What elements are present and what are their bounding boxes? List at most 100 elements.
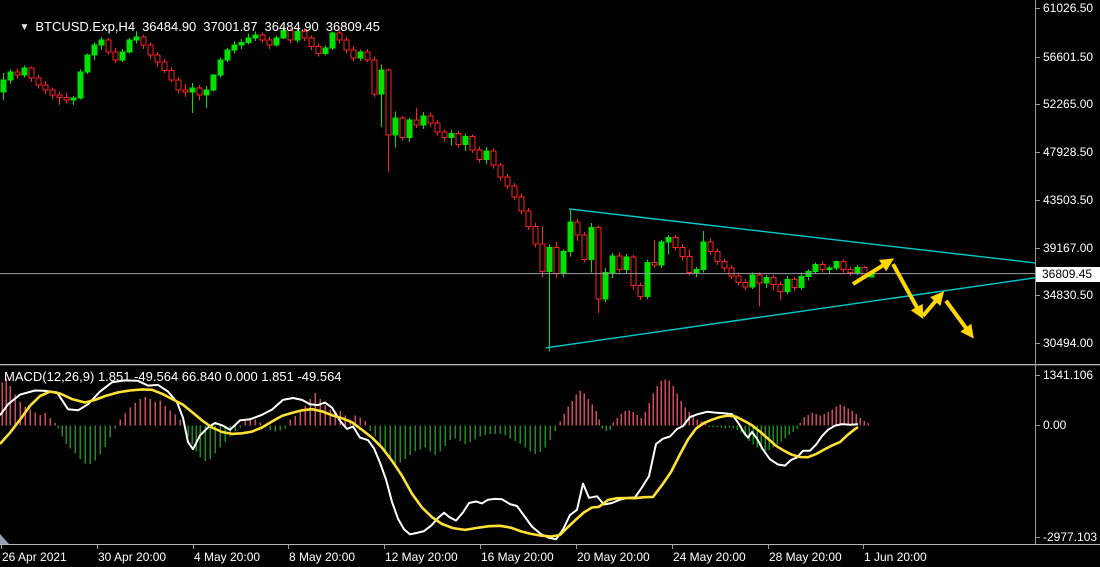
macd-pane-bg (0, 368, 1035, 544)
histogram-bar-positive (144, 397, 146, 425)
histogram-bar-positive (831, 410, 833, 426)
histogram-bar-negative (534, 425, 536, 454)
candle-bearish (687, 257, 692, 273)
axis-tick (1035, 425, 1040, 426)
histogram-bar-positive (676, 393, 678, 425)
histogram-bar-negative (554, 425, 556, 431)
histogram-bar-negative (609, 425, 611, 429)
price-axis-label: 56601.50 (1043, 50, 1093, 64)
time-axis-tick (480, 545, 481, 549)
histogram-bar-negative (444, 425, 446, 446)
macd-indicator-canvas[interactable] (0, 368, 1035, 544)
histogram-bar-negative (94, 425, 96, 460)
histogram-bar-positive (34, 413, 36, 426)
price-axis-label: 30494.00 (1043, 336, 1093, 350)
histogram-bar-positive (799, 423, 801, 425)
candle-bullish (1, 80, 6, 92)
histogram-bar-negative (776, 425, 778, 444)
candle-bullish (22, 68, 27, 75)
candle-bearish (596, 228, 601, 299)
histogram-bar-negative (494, 425, 496, 434)
histogram-bar-positive (5, 379, 7, 426)
candle-bearish (498, 165, 503, 177)
histogram-bar-positive (329, 410, 331, 426)
time-axis-tick (384, 545, 385, 549)
candle-bearish (708, 242, 713, 252)
histogram-bar-negative (732, 425, 734, 428)
histogram-bar-negative (374, 425, 376, 436)
histogram-bar-positive (803, 417, 805, 425)
histogram-bar-negative (539, 425, 541, 452)
candle-bullish (855, 268, 860, 273)
symbol-marker-icon: ▼ (19, 22, 29, 33)
candle-bearish (652, 263, 657, 265)
histogram-bar-negative (409, 425, 411, 455)
histogram-bar-negative (748, 425, 750, 441)
candle-bearish (715, 252, 720, 262)
candle-bearish (400, 118, 405, 138)
candle-bearish (771, 278, 776, 285)
candle-bearish (631, 257, 636, 286)
time-axis-label: 8 May 20:00 (289, 550, 355, 564)
histogram-bar-negative (519, 425, 521, 444)
histogram-bar-positive (169, 410, 171, 425)
time-axis-tick (672, 545, 673, 549)
histogram-bar-negative (284, 425, 286, 428)
histogram-bar-negative (474, 425, 476, 439)
candle-bullish (813, 265, 818, 272)
histogram-bar-negative (464, 425, 466, 444)
histogram-bar-positive (819, 416, 821, 426)
macd-axis-label: 1341.106 (1043, 368, 1093, 382)
histogram-bar-positive (575, 395, 577, 426)
histogram-bar-positive (154, 402, 156, 425)
main-chart-canvas[interactable] (0, 0, 1035, 366)
histogram-bar-positive (174, 414, 176, 425)
candle-bearish (197, 88, 202, 95)
histogram-bar-positive (587, 399, 589, 425)
candle-bullish (484, 151, 489, 160)
histogram-bar-negative (784, 425, 786, 438)
candle-bearish (155, 55, 160, 62)
histogram-bar-negative (89, 425, 91, 464)
candle-bearish (673, 237, 678, 247)
candle-bearish (169, 70, 174, 80)
histogram-bar-negative (514, 425, 516, 441)
histogram-bar-positive (847, 408, 849, 425)
histogram-bar-negative (61, 425, 63, 436)
time-axis[interactable]: 26 Apr 202130 Apr 20:004 May 20:008 May … (0, 545, 1100, 567)
candle-bearish (442, 132, 447, 137)
time-axis-tick (768, 545, 769, 549)
price-axis-label: 43503.50 (1043, 193, 1093, 207)
candle-bearish (736, 276, 741, 283)
candle-bearish (491, 151, 496, 165)
axis-tick (1035, 200, 1040, 201)
histogram-bar-negative (509, 425, 511, 438)
candle-bearish (617, 256, 622, 269)
symbol-period-label: BTCUSD.Exp,H4 (35, 19, 135, 34)
time-axis-tick (193, 545, 194, 549)
histogram-bar-positive (299, 411, 301, 425)
time-axis-label: 30 Apr 20:00 (98, 550, 166, 564)
candle-bearish (533, 227, 538, 245)
histogram-bar-negative (708, 425, 710, 426)
histogram-bar-positive (134, 403, 136, 425)
axis-tick (1035, 8, 1040, 9)
price-axis-label: 52265.00 (1043, 97, 1093, 111)
histogram-bar-negative (601, 425, 603, 428)
ohlc-values: 36484.9037001.8736484.9036809.45 (135, 19, 380, 34)
candle-bullish (421, 116, 426, 125)
histogram-bar-positive (364, 421, 366, 425)
candle-bullish (666, 237, 671, 241)
axis-tick (1035, 295, 1040, 296)
candle-bearish (43, 85, 48, 90)
candle-bullish (211, 75, 216, 90)
candle-bearish (113, 52, 118, 60)
candle-bullish (624, 257, 629, 269)
histogram-bar-negative (394, 425, 396, 464)
histogram-bar-negative (74, 425, 76, 453)
candle-bearish (575, 222, 580, 235)
candle-bearish (435, 123, 440, 132)
histogram-bar-negative (279, 425, 281, 430)
pane-resize-handle-icon[interactable] (0, 534, 9, 544)
candle-bearish (820, 265, 825, 270)
